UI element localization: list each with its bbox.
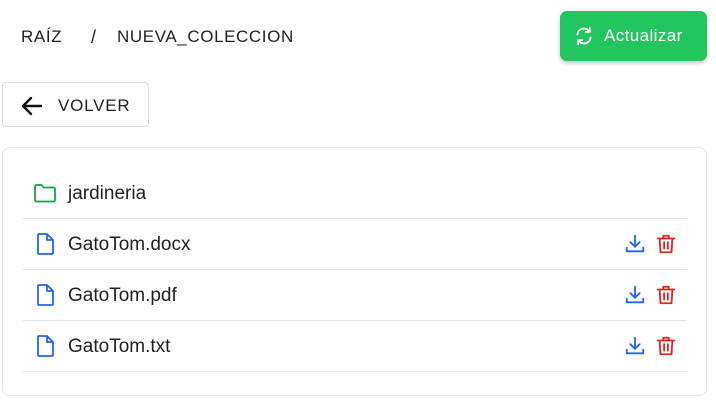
- trash-icon[interactable]: [655, 284, 677, 306]
- download-icon[interactable]: [624, 335, 646, 357]
- trash-icon[interactable]: [655, 233, 677, 255]
- back-button-label: VOLVER: [58, 96, 131, 115]
- trash-icon[interactable]: [655, 335, 677, 357]
- list-item-file[interactable]: GatoTom.docx: [23, 219, 687, 270]
- breadcrumb-root-link[interactable]: RAÍZ: [21, 27, 62, 47]
- file-icon: [37, 284, 54, 306]
- file-list-panel: jardineria GatoTom.docx GatoTom.pdf Gato…: [2, 147, 707, 396]
- list-item-file[interactable]: GatoTom.txt: [23, 321, 687, 372]
- list-item-folder[interactable]: jardineria: [23, 168, 687, 219]
- item-name: GatoTom.txt: [68, 336, 171, 357]
- item-name: jardineria: [68, 183, 147, 204]
- arrow-left-icon: [21, 96, 43, 116]
- breadcrumb-separator: /: [91, 26, 97, 47]
- file-icon: [37, 335, 54, 357]
- list-item-file[interactable]: GatoTom.pdf: [23, 270, 687, 321]
- refresh-button-label: Actualizar: [604, 26, 683, 45]
- download-icon[interactable]: [624, 233, 646, 255]
- download-icon[interactable]: [624, 284, 646, 306]
- item-name: GatoTom.docx: [68, 234, 191, 255]
- refresh-button[interactable]: Actualizar: [560, 11, 707, 61]
- item-name: GatoTom.pdf: [68, 285, 177, 306]
- folder-icon: [34, 184, 56, 203]
- file-icon: [37, 233, 54, 255]
- refresh-icon: [576, 26, 592, 46]
- back-button[interactable]: VOLVER: [2, 82, 149, 127]
- breadcrumb-current-folder[interactable]: NUEVA_COLECCION: [117, 27, 294, 47]
